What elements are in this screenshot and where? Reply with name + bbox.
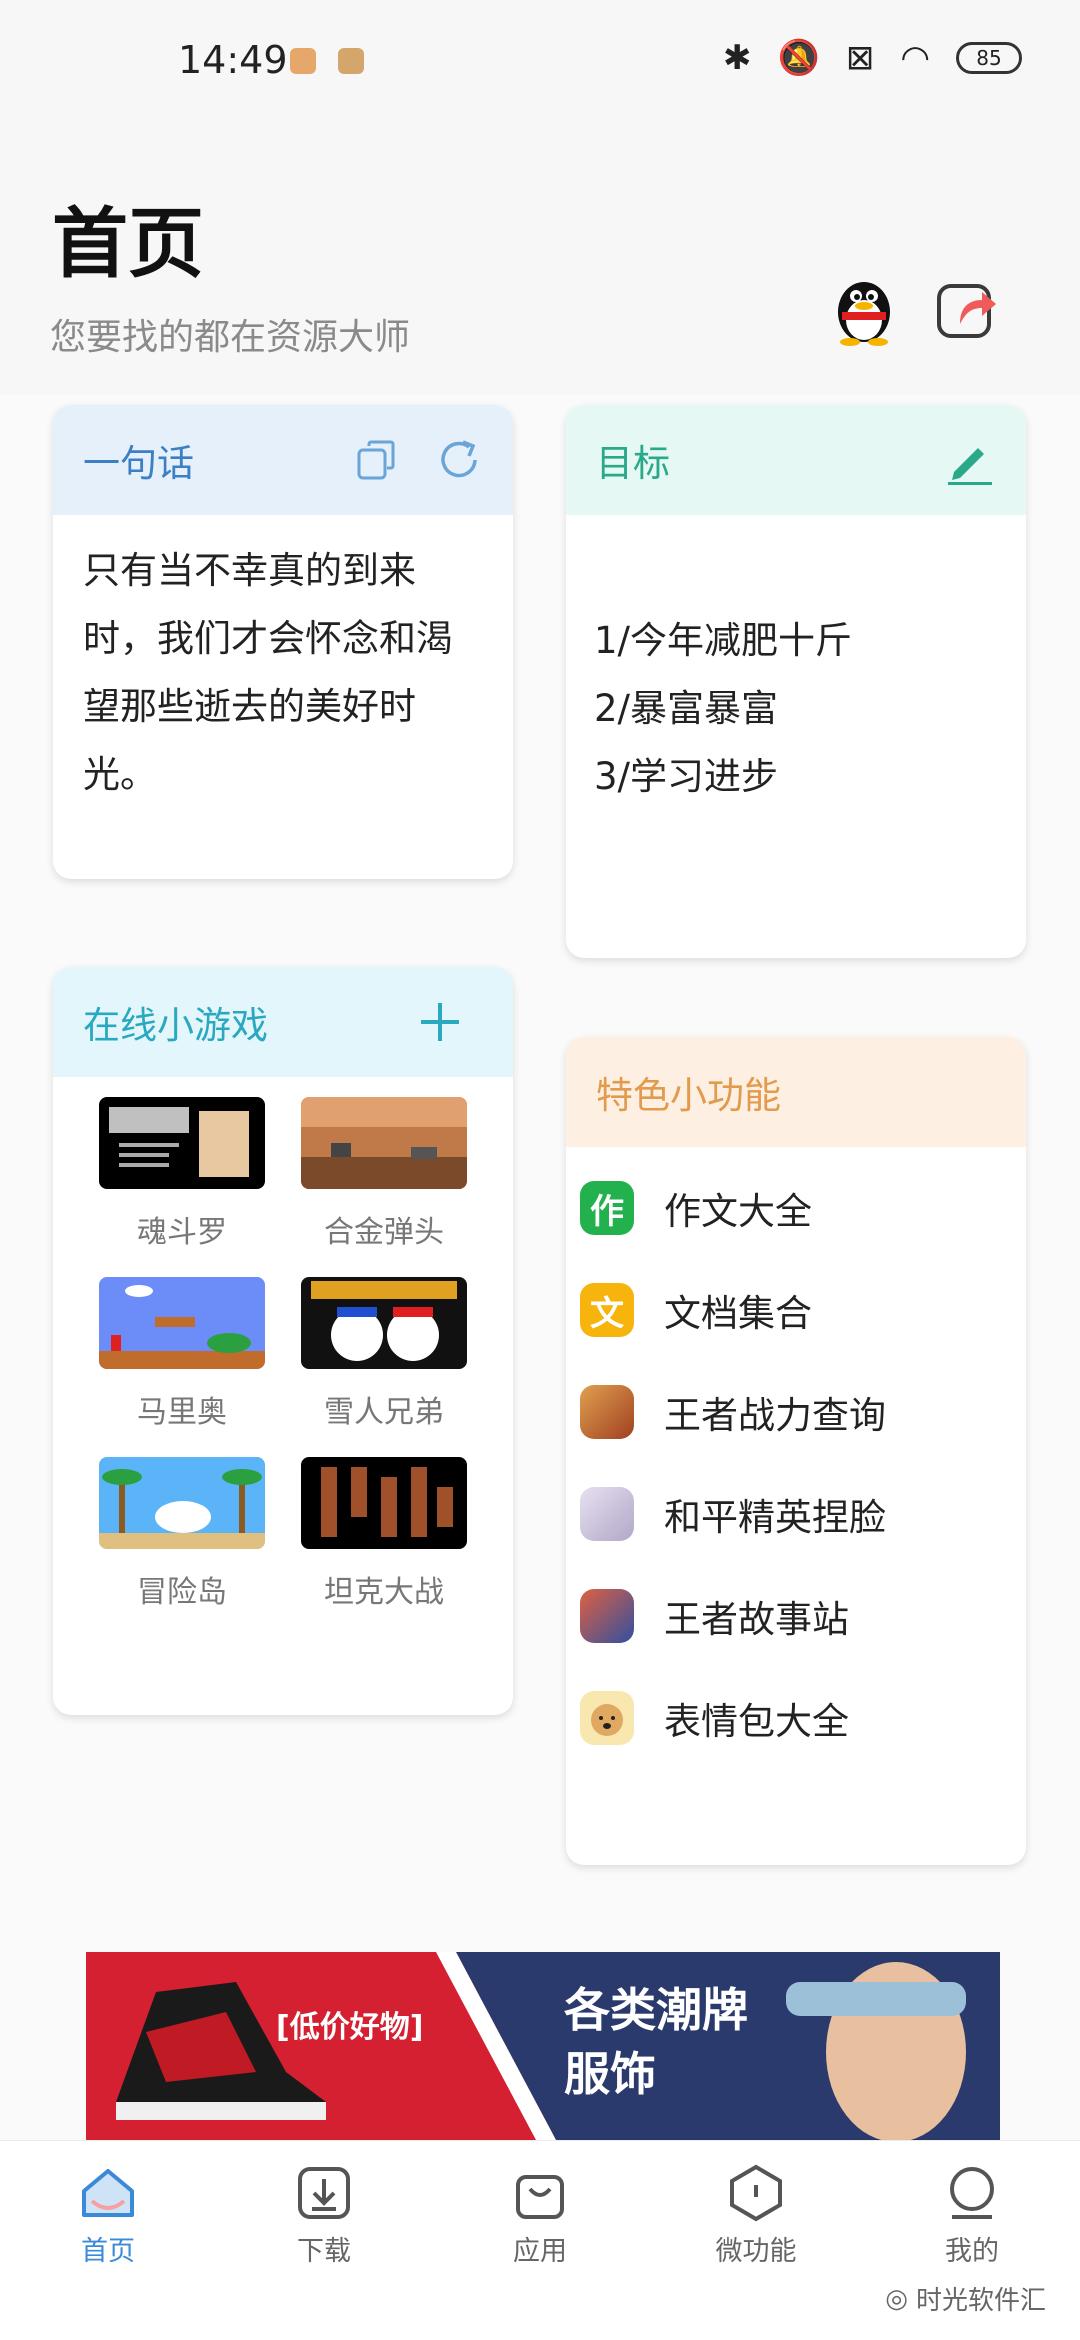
page-header: 首页 您要找的都在资源大师 (0, 120, 1080, 395)
banner-graphic (86, 1952, 1000, 2140)
status-bar: 14:49 ✱ 🔕 ⊠ ◠ 85 (0, 0, 1080, 120)
bluetooth-icon: ✱ (722, 38, 752, 78)
watermark-text: 时光软件汇 (915, 2286, 1046, 2316)
game-label: 马里奥 (137, 1395, 227, 1430)
goal-item: 1/今年减肥十斤 (594, 619, 853, 662)
document-icon: 文 (580, 1283, 634, 1337)
notification-icon (338, 48, 364, 74)
feature-item-kings-stories[interactable]: 王者故事站 (580, 1565, 1026, 1667)
hexagon-icon (730, 2164, 782, 2222)
game-label: 合金弹头 (324, 1215, 444, 1250)
game-item-metal-slug[interactable]: 合金弹头 (283, 1097, 485, 1251)
adventure-island-thumbnail (99, 1457, 265, 1549)
goal-item: 3/学习进步 (594, 755, 779, 798)
battery-icon: 85 (956, 42, 1022, 74)
mute-icon: 🔕 (777, 38, 820, 78)
game-label: 雪人兄弟 (324, 1395, 444, 1430)
wifi-icon: ◠ (900, 38, 930, 78)
shopping-bag-icon (516, 2175, 564, 2219)
goal-card-title: 目标 (596, 442, 670, 485)
wechat-icon: ◎ (885, 2283, 908, 2314)
feature-label: 表情包大全 (664, 1700, 849, 1743)
status-time: 14:49 (178, 38, 288, 82)
no-sim-icon: ⊠ (845, 38, 875, 78)
feature-label: 作文大全 (664, 1190, 812, 1233)
game-item-mario[interactable]: 马里奥 (81, 1277, 283, 1431)
tab-label: 我的 (945, 2236, 999, 2267)
game-item-snow-bros[interactable]: 雪人兄弟 (283, 1277, 485, 1431)
feature-item-essay[interactable]: 作 作文大全 (580, 1157, 1026, 1259)
goal-list: 1/今年减肥十斤 2/暴富暴富 3/学习进步 (566, 515, 1026, 811)
quote-card: 一句话 只有当不幸真的到来时，我们才会怀念和渴望那些逝去的美好时光。 (53, 405, 513, 879)
tab-label: 下载 (297, 2236, 351, 2267)
notification-icon (290, 48, 316, 74)
page-subtitle: 您要找的都在资源大师 (50, 317, 411, 358)
tab-apps[interactable]: 应用 (480, 2163, 600, 2268)
contra-thumbnail (99, 1097, 265, 1189)
banner-right-text-1: 各类潮牌 (564, 1983, 748, 2037)
feature-card: 特色小功能 作 作文大全 文 文档集合 王者战力查询 和平精英捏脸 王者故事站 (566, 1037, 1026, 1865)
tab-download[interactable]: 下载 (264, 2163, 384, 2268)
honor-of-kings-icon (580, 1385, 634, 1439)
watermark: ◎ 时光软件汇 (885, 2280, 1046, 2317)
add-icon[interactable] (417, 999, 463, 1045)
share-icon[interactable] (936, 276, 998, 338)
feature-card-header: 特色小功能 (566, 1037, 1026, 1147)
promo-banner[interactable]: [低价好物] 各类潮牌 服饰 (86, 1952, 1000, 2140)
feature-card-title: 特色小功能 (596, 1074, 781, 1117)
tank-battle-thumbnail (301, 1457, 467, 1549)
copy-icon[interactable] (355, 438, 399, 482)
tab-micro-features[interactable]: 微功能 (696, 2163, 816, 2268)
feature-label: 王者故事站 (664, 1598, 849, 1641)
game-label: 冒险岛 (137, 1575, 227, 1610)
feature-item-kings-power[interactable]: 王者战力查询 (580, 1361, 1026, 1463)
feature-label: 和平精英捏脸 (664, 1496, 886, 1539)
game-label: 魂斗罗 (137, 1215, 227, 1250)
banner-right-text-2: 服饰 (564, 2047, 656, 2101)
goal-item: 2/暴富暴富 (594, 687, 779, 730)
quote-text: 只有当不幸真的到来时，我们才会怀念和渴望那些逝去的美好时光。 (83, 549, 453, 796)
edit-icon[interactable] (944, 434, 996, 486)
qq-penguin-icon[interactable] (828, 266, 900, 346)
game-item-tank-battle[interactable]: 坦克大战 (283, 1457, 485, 1611)
download-icon (298, 2167, 350, 2219)
tab-profile[interactable]: 我的 (912, 2163, 1032, 2268)
tab-label: 微功能 (715, 2236, 797, 2267)
quote-card-header: 一句话 (53, 405, 513, 515)
tab-home[interactable]: 首页 (48, 2163, 168, 2268)
page-title: 首页 (52, 199, 204, 288)
games-card-title: 在线小游戏 (83, 1004, 268, 1047)
tab-label: 首页 (81, 2236, 135, 2267)
goal-card-header: 目标 (566, 405, 1026, 515)
tab-label: 应用 (513, 2236, 567, 2267)
game-label: 坦克大战 (324, 1575, 444, 1610)
doge-meme-icon (580, 1691, 634, 1745)
feature-list: 作 作文大全 文 文档集合 王者战力查询 和平精英捏脸 王者故事站 表情包大全 (566, 1147, 1026, 1769)
metal-slug-thumbnail (301, 1097, 467, 1189)
story-station-icon (580, 1589, 634, 1643)
goal-card: 目标 1/今年减肥十斤 2/暴富暴富 3/学习进步 (566, 405, 1026, 958)
refresh-icon[interactable] (435, 436, 483, 484)
feature-item-documents[interactable]: 文 文档集合 (580, 1259, 1026, 1361)
feature-label: 文档集合 (664, 1292, 812, 1335)
mario-thumbnail (99, 1277, 265, 1369)
banner-left-text: [低价好物] (276, 2010, 424, 2045)
game-grid: 魂斗罗 合金弹头 马里奥 雪人兄弟 冒险岛 坦克大战 (53, 1077, 513, 1611)
game-item-contra[interactable]: 魂斗罗 (81, 1097, 283, 1251)
content-area: 一句话 只有当不幸真的到来时，我们才会怀念和渴望那些逝去的美好时光。 目标 1/… (0, 395, 1080, 2140)
peace-elite-icon (580, 1487, 634, 1541)
games-card-header: 在线小游戏 (53, 967, 513, 1077)
profile-icon (950, 2167, 994, 2219)
home-icon (82, 2169, 134, 2217)
feature-item-memes[interactable]: 表情包大全 (580, 1667, 1026, 1769)
feature-label: 王者战力查询 (664, 1394, 886, 1437)
snow-bros-thumbnail (301, 1277, 467, 1369)
games-card: 在线小游戏 魂斗罗 合金弹头 马里奥 雪人兄弟 冒险岛 坦克大战 (53, 967, 513, 1715)
quote-card-title: 一句话 (83, 442, 194, 485)
essay-icon: 作 (580, 1181, 634, 1235)
feature-item-pubg-face[interactable]: 和平精英捏脸 (580, 1463, 1026, 1565)
game-item-adventure-island[interactable]: 冒险岛 (81, 1457, 283, 1611)
